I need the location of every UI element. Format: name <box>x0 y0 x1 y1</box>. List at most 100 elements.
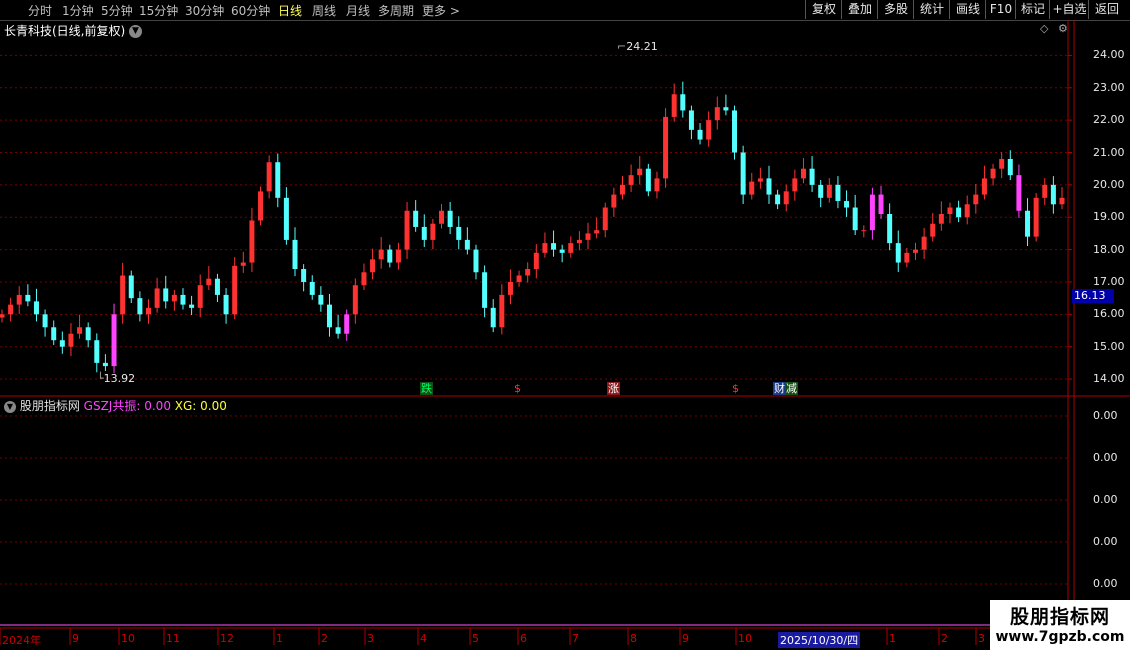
candle <box>413 200 419 232</box>
candle-body <box>292 239 298 270</box>
xg-value: 0.00 <box>200 399 227 413</box>
candle <box>292 227 298 277</box>
high-price-label: ⌐24.21 <box>617 40 658 53</box>
candle <box>42 309 48 337</box>
candle <box>439 203 445 229</box>
candle <box>1050 176 1056 214</box>
candle-body <box>240 262 246 266</box>
candle-body <box>180 294 186 305</box>
candle-body <box>258 191 264 221</box>
sub-y-tick-label: 0.00 <box>1093 493 1118 506</box>
candle-body <box>335 327 341 334</box>
date-tick-label: 2 <box>321 632 328 645</box>
candle-body <box>1042 184 1048 198</box>
candle-body <box>783 191 789 205</box>
candle-body <box>904 252 910 263</box>
candle <box>1033 192 1039 242</box>
y-tick-label: 24.00 <box>1093 48 1125 62</box>
candle-body <box>111 314 117 367</box>
candle-body <box>51 327 57 341</box>
candle <box>551 230 557 257</box>
candle-body <box>1059 197 1065 205</box>
candle-body <box>171 294 177 302</box>
candle-body <box>887 214 893 244</box>
candle-body <box>749 181 755 195</box>
candle-body <box>637 168 643 176</box>
candle-body <box>525 269 531 276</box>
candle <box>473 244 479 280</box>
watermark-title: 股朋指标网 <box>1009 606 1110 628</box>
candle-body <box>464 239 470 250</box>
candle-body <box>33 301 39 315</box>
y-tick-label: 16.00 <box>1093 307 1125 321</box>
candle-body <box>775 194 781 205</box>
watermark-url: www.7gpzb.com <box>995 629 1125 645</box>
candle-body <box>654 178 660 192</box>
candle-body <box>697 129 703 140</box>
candle-body <box>447 210 453 227</box>
candle <box>542 232 548 258</box>
candle-body <box>352 285 358 315</box>
candle-body <box>1050 184 1056 205</box>
candle <box>680 81 686 118</box>
axis-lines <box>0 20 1130 645</box>
candle <box>973 183 979 214</box>
candle <box>964 195 970 225</box>
candle-body <box>792 178 798 192</box>
candle <box>559 244 565 263</box>
candle-body <box>232 265 238 315</box>
candle-body <box>1033 197 1039 237</box>
date-tick-label: 10 <box>738 632 752 645</box>
xg-label: XG: <box>174 399 197 413</box>
candle <box>51 320 57 346</box>
candle <box>180 288 186 310</box>
candle <box>792 169 798 201</box>
indicator-name[interactable]: 股朋指标网 <box>20 399 80 413</box>
candle <box>206 266 212 291</box>
candle <box>826 178 832 203</box>
y-tick-label: 15.00 <box>1093 339 1125 353</box>
chevron-down-icon[interactable]: ▼ <box>4 400 16 413</box>
candle <box>25 284 31 307</box>
candle-body <box>249 220 255 263</box>
candle <box>732 105 738 160</box>
candle <box>163 275 169 309</box>
date-tick-label: 5 <box>472 632 479 645</box>
candle <box>335 314 341 339</box>
watermark: 股朋指标网 www.7gpzb.com <box>990 600 1130 650</box>
candle-body <box>576 239 582 244</box>
candle <box>421 214 427 248</box>
candle-body <box>585 233 591 240</box>
candle-body <box>206 278 212 286</box>
candle-body <box>999 158 1005 169</box>
candle <box>490 299 496 333</box>
y-tick-label: 22.00 <box>1093 113 1125 127</box>
candle <box>154 277 160 313</box>
candle <box>283 187 289 245</box>
candle <box>447 202 453 235</box>
candle <box>956 200 962 223</box>
candle <box>844 190 850 217</box>
sub-y-tick-label: 0.00 <box>1093 577 1118 590</box>
candle <box>361 263 367 291</box>
candle <box>611 187 617 217</box>
y-tick-label: 14.00 <box>1093 372 1125 386</box>
date-tick-label: 6 <box>520 632 527 645</box>
candle-body <box>395 249 401 263</box>
candle <box>714 96 720 130</box>
candle <box>464 227 470 255</box>
candle-body <box>947 207 953 214</box>
cursor-date-label: 2025/10/30/四 <box>778 632 861 648</box>
candle <box>861 225 867 238</box>
candle-body <box>128 275 134 299</box>
candle-body <box>378 249 384 260</box>
candle <box>128 270 134 303</box>
date-tick-label: 2024年 <box>2 634 41 647</box>
candle <box>740 145 746 204</box>
candle <box>921 227 927 259</box>
candle <box>654 171 660 199</box>
price-chart[interactable] <box>0 0 1130 650</box>
y-tick-label: 23.00 <box>1093 80 1125 94</box>
candle <box>1042 178 1048 205</box>
candle-body <box>740 152 746 195</box>
